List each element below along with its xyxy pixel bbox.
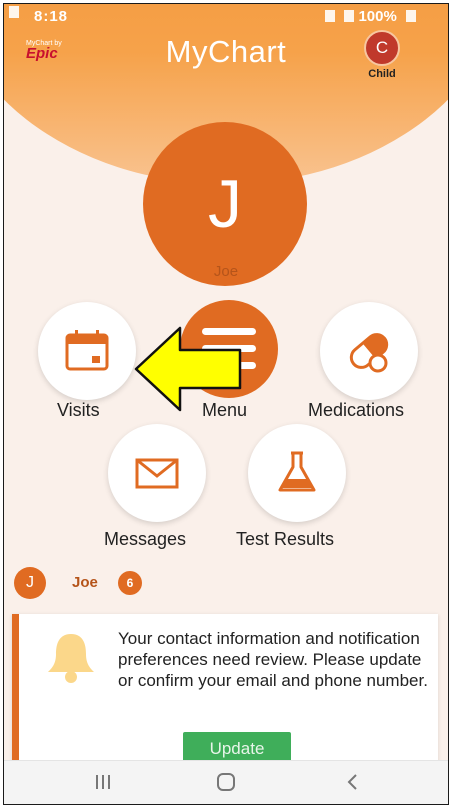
- messages-button[interactable]: [108, 424, 206, 522]
- proxy-label: Child: [368, 68, 396, 80]
- battery-icon: [406, 10, 416, 22]
- person-name: Joe: [72, 574, 98, 591]
- person-avatar: J: [14, 567, 46, 599]
- status-time: 8:18: [34, 8, 69, 25]
- test-results-button[interactable]: [248, 424, 346, 522]
- battery-percent: 100%: [358, 8, 397, 25]
- status-right: 100%: [320, 8, 416, 25]
- visits-button[interactable]: [38, 302, 136, 400]
- back-icon[interactable]: [342, 771, 364, 793]
- recent-apps-icon[interactable]: [92, 771, 114, 793]
- medications-label: Medications: [308, 400, 405, 420]
- test-results-label: Test Results: [236, 529, 335, 549]
- pills-icon: [349, 333, 389, 373]
- envelope-icon: [135, 458, 179, 489]
- notice-card: Your contact information and notificatio…: [12, 614, 438, 766]
- card-accent: [12, 614, 19, 764]
- flask-icon: [278, 451, 316, 492]
- system-nav-bar: [4, 760, 448, 804]
- bell-icon: [48, 634, 94, 683]
- home-icon[interactable]: [215, 771, 237, 793]
- status-bar: 8:18 100%: [4, 4, 448, 30]
- calendar-icon: [65, 330, 109, 371]
- profile-name: Joe: [213, 263, 239, 280]
- messages-label: Messages: [104, 529, 187, 549]
- proxy-avatar: C: [364, 30, 400, 66]
- notification-count-badge: 6: [118, 571, 142, 595]
- profile-avatar[interactable]: J: [143, 122, 307, 286]
- phone-screen: 8:18 100% MyChart by Epic MyChart C Chil…: [3, 3, 449, 805]
- highlight-arrow-icon: [134, 326, 242, 412]
- medications-button[interactable]: [320, 302, 418, 400]
- wifi-icon: [344, 10, 355, 22]
- notice-text: Your contact information and notificatio…: [118, 629, 428, 690]
- signal-icon: [325, 10, 336, 22]
- visits-label: Visits: [57, 400, 100, 420]
- proxy-switch-button[interactable]: C Child: [359, 30, 405, 80]
- notification-icon: [9, 6, 19, 18]
